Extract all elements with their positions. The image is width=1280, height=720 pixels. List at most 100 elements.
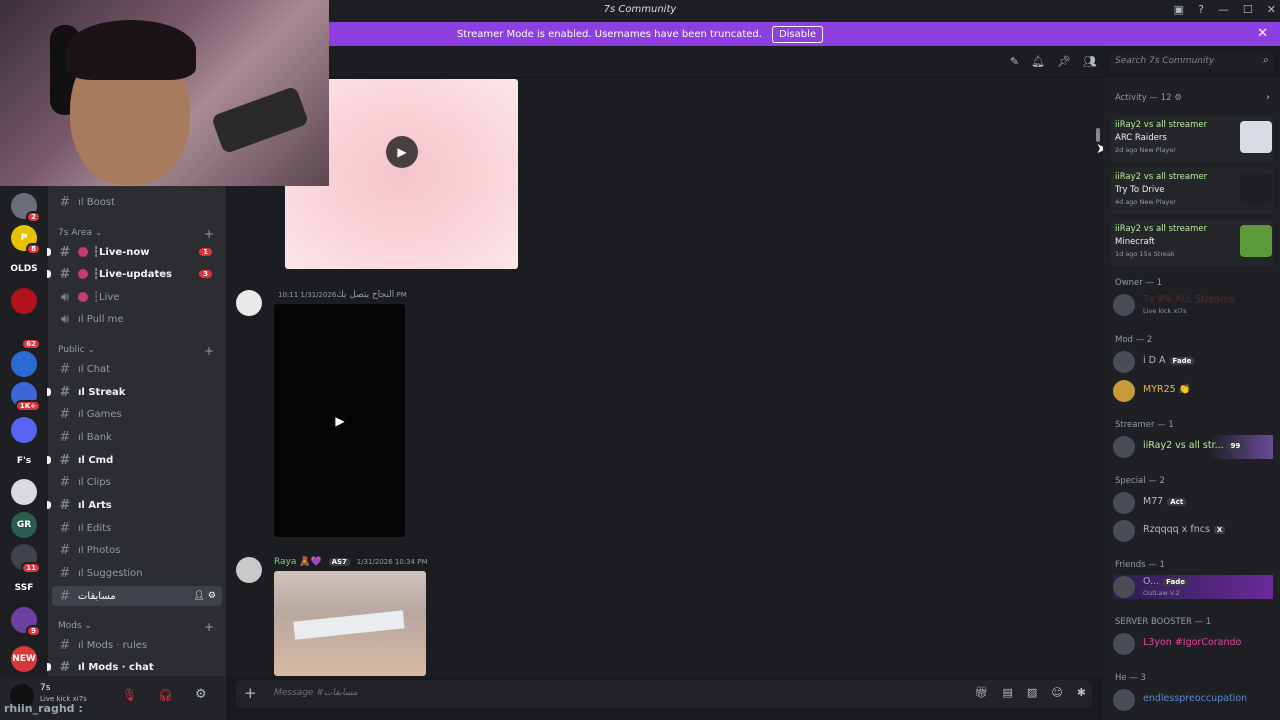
channel-cmd[interactable]: # ıl Cmd <box>47 450 222 470</box>
minimize-icon[interactable]: — <box>1218 3 1229 16</box>
hash-icon: # <box>59 565 71 581</box>
hash-icon: # <box>59 452 71 468</box>
category-mods[interactable]: Mods ⌄ + <box>58 620 214 634</box>
member-item[interactable]: endlesspreoccupation <box>1113 688 1273 712</box>
channel-bank[interactable]: # ıl Bank <box>52 427 222 447</box>
avatar <box>1113 380 1135 402</box>
member-item[interactable]: M77 Act <box>1113 491 1273 515</box>
scrollbar[interactable] <box>1096 128 1100 142</box>
mute-mic-icon[interactable]: 🎙︎ <box>122 688 137 702</box>
stream-overlay-text: rhiin_raghd : <box>4 702 83 715</box>
apps-icon[interactable]: ✱ <box>1077 686 1086 699</box>
emoji-icon[interactable]: ☺ <box>1051 686 1062 699</box>
server-icon[interactable]: 1K+ <box>11 382 41 412</box>
avatar <box>1113 633 1135 655</box>
server-icon[interactable]: 62 <box>11 320 41 350</box>
server-icon[interactable]: P8 <box>11 225 41 255</box>
play-icon[interactable]: ▶ <box>386 136 418 168</box>
channel-live-updates[interactable]: # ┆Live-updates 3 <box>47 264 222 284</box>
server-icon[interactable]: F's <box>11 448 37 474</box>
channel-mods-rules[interactable]: # ıl Mods · rules <box>52 635 222 655</box>
channel-clips[interactable]: # ıl Clips <box>52 472 222 492</box>
message-composer[interactable]: + Message #مسابقات 🎁︎ ▤ ▨ ☺ ✱ <box>236 680 1092 708</box>
server-icon[interactable]: 2 <box>11 193 41 223</box>
channel-games[interactable]: # ıl Games <box>52 404 222 424</box>
member-item[interactable]: O... Fade OutLaw V.2 <box>1113 575 1273 599</box>
add-channel-icon[interactable]: + <box>204 227 214 241</box>
server-icon[interactable] <box>11 417 37 443</box>
member-item[interactable]: 7s 9% ALL Streams Live kick xi7s <box>1113 293 1273 317</box>
message-author[interactable]: Raya 🧸💜 AS7 1/31/2026 10:34 PM <box>274 557 428 567</box>
voice-channel-live[interactable]: 🔊︎ ┆Live <box>52 287 222 307</box>
channel-active[interactable]: # مسابقات 👤︎ ⚙ <box>52 586 222 606</box>
gif-icon[interactable]: ▤ <box>1003 686 1013 699</box>
channel-boost[interactable]: # ıl Boost <box>52 192 222 212</box>
chevron-right-icon[interactable]: › <box>1266 92 1270 103</box>
notification-bell-icon[interactable]: 🔔︎ <box>1031 55 1045 68</box>
channel-streak[interactable]: # ıl Streak <box>47 382 222 402</box>
channel-edits[interactable]: # ıl Edits <box>52 518 222 538</box>
server-icon[interactable]: NEW <box>11 646 37 672</box>
category-public[interactable]: Public ⌄ + <box>58 344 214 358</box>
video-attachment[interactable]: ▶ <box>274 304 405 537</box>
member-item[interactable]: i D A Fade <box>1113 350 1273 374</box>
close-banner-icon[interactable]: ✕ <box>1257 26 1268 41</box>
add-attachment-icon[interactable]: + <box>244 684 257 702</box>
message-input[interactable]: Message #مسابقات <box>274 688 358 698</box>
server-icon[interactable]: 9 <box>11 607 41 637</box>
user-settings-icon[interactable]: ⚙ <box>195 687 207 702</box>
server-icon[interactable] <box>11 479 37 505</box>
server-icon[interactable]: 11 <box>11 544 41 574</box>
add-channel-icon[interactable]: + <box>204 620 214 634</box>
server-icon[interactable]: OLDS <box>10 256 38 282</box>
member-item[interactable]: L3yon #IgorCorando <box>1113 632 1273 656</box>
server-icon[interactable]: SSF <box>11 575 37 601</box>
close-window-icon[interactable]: ✕ <box>1267 3 1276 16</box>
member-item[interactable]: Rzqqqq x fncs X <box>1113 519 1273 543</box>
hash-icon: # <box>59 384 71 400</box>
deafen-icon[interactable]: 🎧︎ <box>158 688 173 702</box>
play-icon[interactable]: ▶ <box>324 405 356 437</box>
maximize-icon[interactable]: ☐ <box>1243 3 1253 16</box>
sticker-icon[interactable]: ▨ <box>1027 686 1037 699</box>
activity-card[interactable]: iiRay2 vs all streamer Minecraft 1d ago … <box>1111 220 1274 266</box>
search-input[interactable]: Search 7s Community ⌕ <box>1109 52 1274 72</box>
role-header-mod: Mod — 2 <box>1115 335 1153 345</box>
game-thumbnail <box>1240 173 1272 205</box>
hash-icon: # <box>59 361 71 377</box>
avatar[interactable] <box>236 290 262 316</box>
avatar <box>1113 576 1135 598</box>
avatar[interactable] <box>236 557 262 583</box>
webcam-overlay <box>0 0 329 186</box>
channel-live-now[interactable]: # ┆Live-now 1 <box>47 242 222 262</box>
channel-list: # ıl Boost 7s Area ⌄ + # ┆Live-now 1 # ┆Live-… <box>47 186 226 677</box>
channel-photos[interactable]: # ıl Photos <box>52 540 222 560</box>
channel-settings-icon[interactable]: 👤︎ ⚙ <box>194 591 216 601</box>
hash-icon: # <box>59 588 71 604</box>
inbox-icon[interactable]: ▣ <box>1174 3 1184 16</box>
image-attachment[interactable] <box>274 571 426 676</box>
message-author[interactable]: النجاح يتصل بك1/31/2026 10:11 PM <box>274 290 407 300</box>
add-channel-icon[interactable]: + <box>204 344 214 358</box>
gift-icon[interactable]: 🎁︎ <box>975 686 989 699</box>
server-icon[interactable] <box>11 351 37 377</box>
channel-chat[interactable]: # ıl Chat <box>52 359 222 379</box>
activity-card[interactable]: iiRay2 vs all streamer ARC Raiders 2d ag… <box>1111 116 1274 162</box>
pin-icon[interactable]: 📌︎ <box>1057 55 1071 68</box>
role-header-streamer: Streamer — 1 <box>1115 420 1174 430</box>
activity-header[interactable]: Activity — 12 ⚙ <box>1115 93 1182 103</box>
channel-suggestion[interactable]: # ıl Suggestion <box>52 563 222 583</box>
channel-arts[interactable]: # ıl Arts <box>47 495 222 515</box>
member-item[interactable]: iiRay2 vs all str... 99 <box>1113 435 1273 459</box>
member-item[interactable]: MYR25 👏 <box>1113 379 1273 403</box>
member-list-icon[interactable]: 👥︎ <box>1083 55 1097 68</box>
channel-mods-chat[interactable]: # ıl Mods · chat <box>47 657 222 677</box>
threads-icon[interactable]: ✎ <box>1010 55 1019 68</box>
help-icon[interactable]: ? <box>1198 3 1204 16</box>
disable-streamer-mode-button[interactable]: Disable <box>771 25 824 43</box>
activity-card[interactable]: iiRay2 vs all streamer Try To Drive 4d a… <box>1111 168 1274 214</box>
voice-channel-pull-me[interactable]: 🔊︎ ıl Pull me <box>52 309 222 329</box>
server-icon[interactable] <box>11 288 37 314</box>
category-7s-area[interactable]: 7s Area ⌄ + <box>58 227 214 241</box>
server-icon[interactable]: GR <box>11 512 37 538</box>
